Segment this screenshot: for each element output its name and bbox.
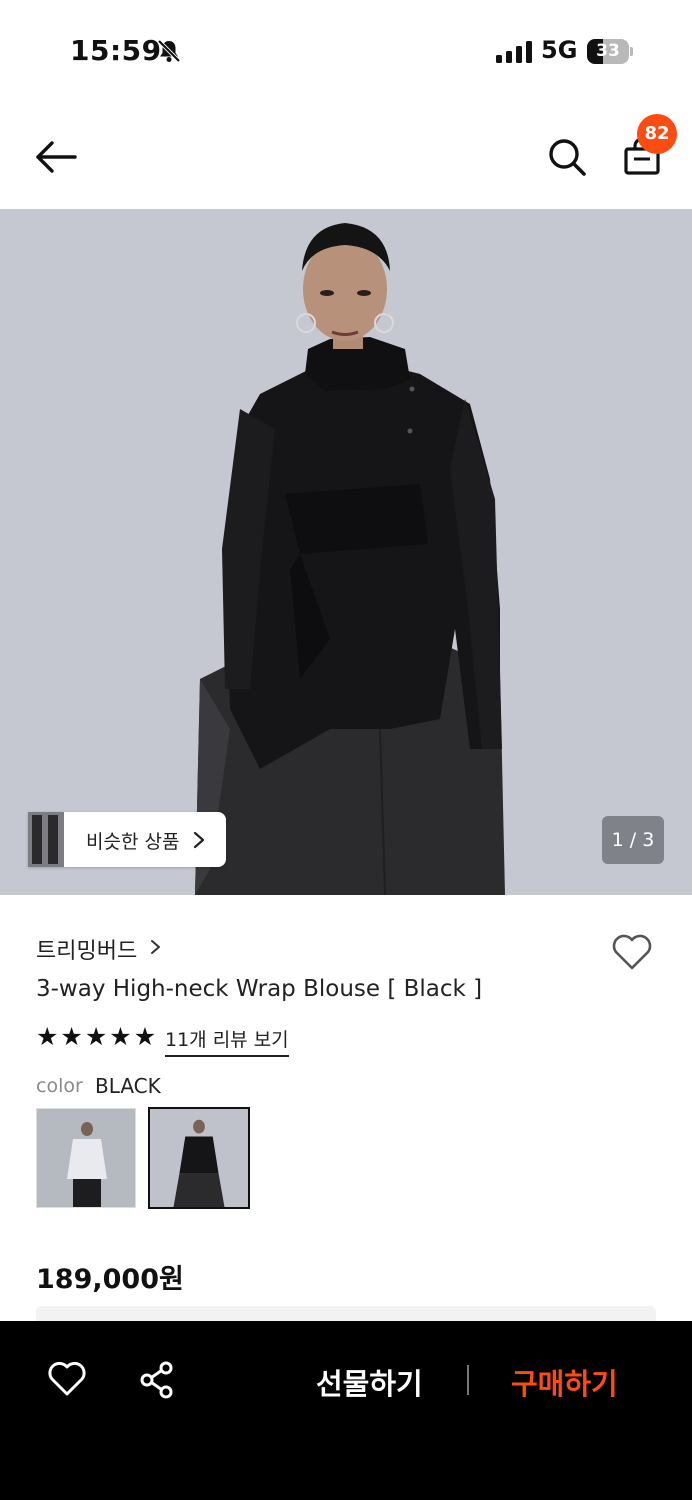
buy-button[interactable]: 구매하기 <box>511 1361 618 1403</box>
product-price: 189,000원 <box>36 1264 184 1295</box>
star-icon: ★ <box>84 1022 108 1051</box>
rating-stars: ★ ★ ★ ★ ★ <box>36 1024 156 1050</box>
chevron-right-icon <box>193 831 205 849</box>
back-arrow-icon[interactable] <box>34 138 78 176</box>
battery-level: 33 <box>596 41 620 61</box>
swatch-image <box>37 1109 135 1207</box>
color-option-black[interactable] <box>148 1107 250 1209</box>
bottom-bar-divider <box>467 1365 469 1395</box>
star-icon: ★ <box>60 1022 83 1051</box>
star-icon: ★ <box>133 1022 157 1051</box>
search-icon[interactable] <box>546 136 588 178</box>
chevron-right-icon[interactable] <box>150 938 162 956</box>
model-photo <box>195 223 505 895</box>
color-value: BLACK <box>95 1074 161 1098</box>
bell-off-icon <box>157 39 181 63</box>
product-name: 3-way High-neck Wrap Blouse [ Black ] <box>36 976 483 1002</box>
swatch-image <box>150 1109 248 1207</box>
brand-link[interactable]: 트리밍버드 <box>36 933 137 965</box>
color-option-white[interactable] <box>36 1108 136 1208</box>
color-label: color <box>36 1075 83 1097</box>
reviews-link[interactable]: 11개 리뷰 보기 <box>165 1025 289 1057</box>
heart-icon[interactable] <box>610 932 654 972</box>
status-bar: 15:59 5G 33 <box>0 0 692 100</box>
similar-products-label: 비슷한 상품 <box>86 831 180 853</box>
status-time: 15:59 <box>70 34 162 67</box>
battery-icon: 33 <box>587 39 633 64</box>
gift-button[interactable]: 선물하기 <box>316 1361 423 1403</box>
share-icon[interactable] <box>137 1360 177 1400</box>
signal-icon <box>496 41 532 63</box>
network-type: 5G <box>541 36 578 64</box>
heart-icon[interactable] <box>47 1360 87 1398</box>
star-icon: ★ <box>109 1022 132 1051</box>
bottom-action-bar <box>0 1321 692 1500</box>
cart-count-badge: 82 <box>637 114 677 154</box>
image-page-indicator: 1 / 3 <box>602 816 664 864</box>
similar-products-thumbnails <box>28 812 64 867</box>
product-main-image[interactable] <box>0 209 692 895</box>
star-icon: ★ <box>36 1022 59 1051</box>
similar-products-button[interactable]: 비슷한 상품 <box>28 812 226 867</box>
